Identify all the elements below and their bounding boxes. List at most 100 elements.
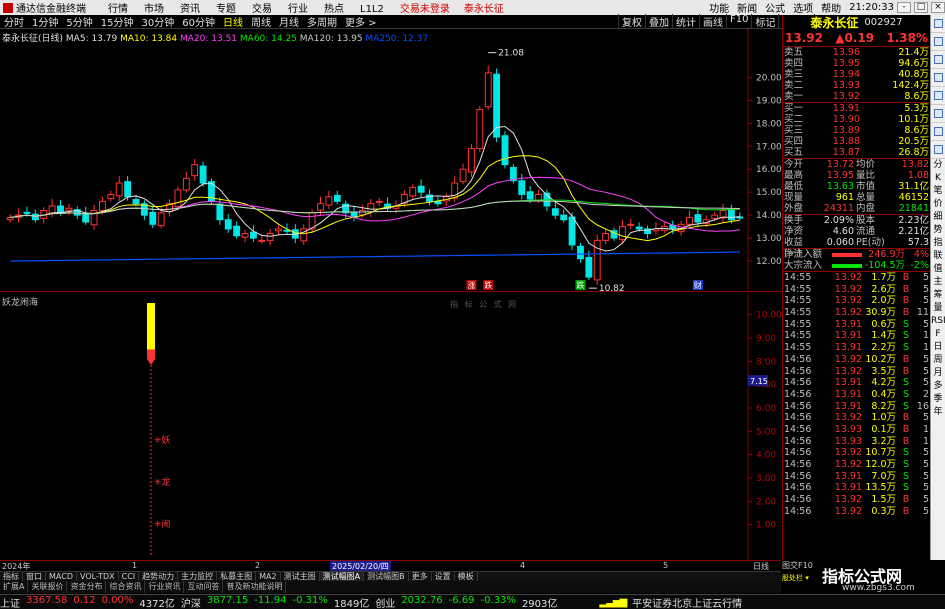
info-tab[interactable]: 行业资讯: [145, 581, 185, 593]
top-menu-item[interactable]: 功能: [709, 0, 729, 15]
sidebar-shortcut[interactable]: 价: [931, 198, 945, 211]
period-tab[interactable]: 更多 >: [341, 14, 381, 29]
tick-row[interactable]: 14:56 13.91 8.2万 S 16: [783, 401, 930, 413]
tick-list[interactable]: 14:55 13.92 1.7万 B 5 14:55 13.92 2.6万 B 5 14:55 13.…: [783, 272, 930, 517]
tick-row[interactable]: 14:56 13.92 1.5万 B 5: [783, 494, 930, 506]
tool-button[interactable]: 标记: [751, 14, 778, 29]
sidebar-shortcut[interactable]: 年: [931, 406, 945, 419]
info-tab[interactable]: 扩展A: [0, 581, 29, 593]
sidebar-tool-icon[interactable]: [931, 123, 945, 141]
tick-row[interactable]: 14:56 13.92 12.0万 S 5: [783, 459, 930, 471]
tick-row[interactable]: 14:56 13.93 0.1万 B 1: [783, 424, 930, 436]
sidebar-shortcut[interactable]: K: [931, 172, 945, 185]
tick-row[interactable]: 14:56 13.91 13.5万 S 5: [783, 482, 930, 494]
tool-button[interactable]: 叠加: [645, 14, 672, 29]
tick-row[interactable]: 14:56 13.92 0.3万 B 5: [783, 506, 930, 518]
indicator-tab[interactable]: 测试主图: [281, 572, 320, 581]
tick-row[interactable]: 14:56 13.91 7.0万 S 5: [783, 471, 930, 483]
tick-row[interactable]: 14:55 13.92 2.0万 B 5: [783, 295, 930, 307]
sidebar-shortcut[interactable]: RSI: [931, 315, 945, 328]
indicator-tab[interactable]: 主力监控: [178, 572, 218, 581]
indicator-tab[interactable]: VOL-TDX: [77, 572, 119, 581]
kline-svg[interactable]: 12.00 13.00 14.00 15.00 16.00 17.00 18.00 19.00…: [0, 29, 782, 294]
sidebar-tool-icon[interactable]: [931, 33, 945, 51]
sidebar-tool-icon[interactable]: [931, 87, 945, 105]
tick-row[interactable]: 14:56 13.91 4.2万 S 5: [783, 377, 930, 389]
indicator-tab[interactable]: 测试幅图A: [319, 572, 365, 581]
info-tab[interactable]: 资金分布: [67, 581, 107, 593]
sidebar-shortcut[interactable]: 主: [931, 276, 945, 289]
sidebar-shortcut[interactable]: 多: [931, 380, 945, 393]
tool-button[interactable]: 复权: [618, 14, 645, 29]
period-tab[interactable]: 60分钟: [178, 14, 219, 29]
info-tab[interactable]: 综合资讯: [106, 581, 146, 593]
indicator-tab[interactable]: 趋势动力: [139, 572, 179, 581]
indicator-tab[interactable]: MA2: [256, 572, 281, 581]
sidebar-shortcut[interactable]: 周: [931, 354, 945, 367]
tick-row[interactable]: 14:55 13.92 2.6万 B 5: [783, 284, 930, 296]
sidebar-shortcut[interactable]: 日: [931, 341, 945, 354]
sidebar-shortcut[interactable]: 筹: [931, 289, 945, 302]
sidebar-shortcut[interactable]: 值: [931, 263, 945, 276]
tool-button[interactable]: F10: [726, 14, 751, 29]
indicator-tab[interactable]: 窗口: [23, 572, 46, 581]
login-alert[interactable]: 交易未登录: [400, 0, 450, 15]
sidebar-shortcut[interactable]: 指: [931, 237, 945, 250]
tick-row[interactable]: 14:56 13.92 10.7万 S 5: [783, 447, 930, 459]
period-tab[interactable]: 分时: [0, 14, 28, 29]
sidebar-shortcut[interactable]: 势: [931, 224, 945, 237]
sidebar-shortcut[interactable]: 笔: [931, 185, 945, 198]
indicator-tab[interactable]: MACD: [46, 572, 77, 581]
tool-button[interactable]: 统计: [672, 14, 699, 29]
maximize-button[interactable]: □: [914, 2, 928, 13]
sidebar-shortcut[interactable]: 季: [931, 393, 945, 406]
indicator-tab[interactable]: 模板: [455, 572, 478, 581]
period-tab[interactable]: 多周期: [303, 14, 341, 29]
period-tab[interactable]: 周线: [247, 14, 275, 29]
stock-alert[interactable]: 泰永长征: [464, 0, 504, 15]
period-tab[interactable]: 1分钟: [28, 14, 62, 29]
sidebar-tool-icon[interactable]: [931, 105, 945, 123]
info-tab[interactable]: 普及新功能说明: [223, 581, 287, 593]
sidebar-shortcut[interactable]: F: [931, 328, 945, 341]
indicator-chart[interactable]: 1.002.003.004.005.006.007.008.009.0010.0…: [0, 293, 782, 572]
tick-row[interactable]: 14:55 13.91 0.6万 S 5: [783, 319, 930, 331]
sidebar-shortcut[interactable]: 细: [931, 211, 945, 224]
tick-row[interactable]: 14:56 13.91 0.4万 S 2: [783, 389, 930, 401]
info-tab[interactable]: 关联报价: [28, 581, 68, 593]
indicator-tab[interactable]: CCI: [119, 572, 140, 581]
sidebar-tool-icon[interactable]: [931, 69, 945, 87]
sidebar-tool-icon[interactable]: [931, 15, 945, 33]
tick-row[interactable]: 14:56 13.92 1.0万 B 5: [783, 412, 930, 424]
indicator-svg[interactable]: 1.002.003.004.005.006.007.008.009.0010.0…: [0, 293, 782, 572]
indicator-tab[interactable]: 更多: [409, 572, 432, 581]
tick-row[interactable]: 14:56 13.92 10.2万 B 5: [783, 354, 930, 366]
tick-row[interactable]: 14:56 13.92 3.5万 B 5: [783, 366, 930, 378]
close-button[interactable]: ×: [931, 2, 945, 13]
tick-row[interactable]: 14:55 13.91 2.2万 S 1: [783, 342, 930, 354]
period-tab[interactable]: 5分钟: [62, 14, 96, 29]
tick-row[interactable]: 14:56 13.93 3.2万 B 1: [783, 436, 930, 448]
tool-button[interactable]: 画线: [699, 14, 726, 29]
kline-chart[interactable]: 12.00 13.00 14.00 15.00 16.00 17.00 18.00 19.00…: [0, 29, 782, 294]
sidebar-shortcut[interactable]: 联: [931, 250, 945, 263]
tick-row[interactable]: 14:55 13.91 1.4万 S 1: [783, 330, 930, 342]
info-tab[interactable]: 互动问答: [184, 581, 224, 593]
indicator-tab[interactable]: 设置: [432, 572, 455, 581]
top-menu-item[interactable]: 公式: [765, 0, 785, 15]
minimize-button[interactable]: -: [897, 2, 911, 13]
indicator-tab[interactable]: 测试幅图B: [364, 572, 409, 581]
indicator-tab[interactable]: 指标: [0, 572, 23, 581]
tick-row[interactable]: 14:55 13.92 30.9万 B 11: [783, 307, 930, 319]
indicator-tab[interactable]: 私募主图: [217, 572, 257, 581]
sidebar-tool-icon[interactable]: [931, 51, 945, 69]
sidebar-shortcut[interactable]: 月: [931, 367, 945, 380]
period-tab[interactable]: 日线: [219, 14, 247, 29]
period-tab[interactable]: 30分钟: [137, 14, 178, 29]
sidebar-shortcut[interactable]: 分: [931, 159, 945, 172]
period-tab[interactable]: 月线: [275, 14, 303, 29]
sidebar-tool-icon[interactable]: [931, 141, 945, 159]
top-menu-item[interactable]: 新闻: [737, 0, 757, 15]
period-tab[interactable]: 15分钟: [97, 14, 138, 29]
sidebar-shortcut[interactable]: 量: [931, 302, 945, 315]
